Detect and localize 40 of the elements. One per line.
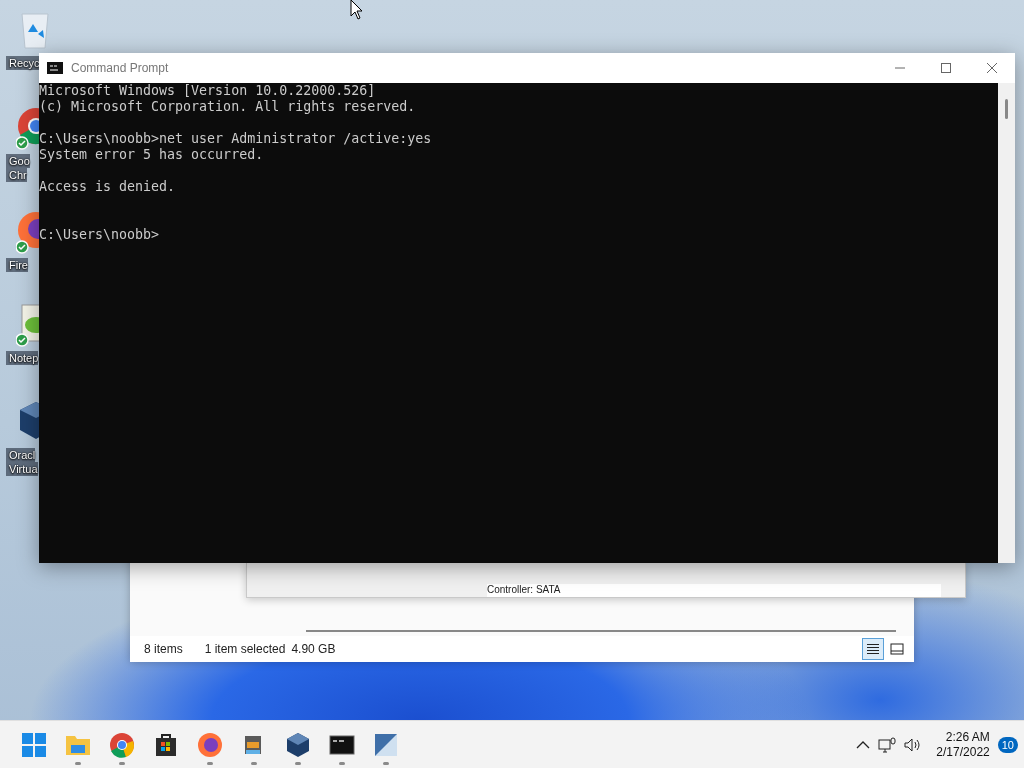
vertical-scrollbar[interactable] bbox=[998, 83, 1015, 563]
window-icon bbox=[890, 643, 904, 655]
list-icon bbox=[866, 643, 880, 655]
console-line: C:\Users\noobb> bbox=[39, 227, 161, 243]
console-line: Access is denied. bbox=[39, 179, 177, 195]
maximize-icon bbox=[941, 63, 951, 73]
mouse-pointer-icon bbox=[350, 0, 364, 20]
item-count: 8 items bbox=[144, 642, 183, 656]
speaker-icon[interactable] bbox=[904, 736, 923, 753]
desktop-icon-label: Fire bbox=[6, 258, 28, 272]
shopping-bag-icon bbox=[153, 731, 179, 758]
app-icon bbox=[373, 731, 399, 758]
desktop-icon-label: Notep bbox=[6, 351, 39, 365]
desktop-icon-label: Chr bbox=[6, 168, 27, 182]
console-line: System error 5 has occurred. bbox=[39, 147, 265, 163]
desktop-icon-label: Recyc bbox=[6, 56, 40, 70]
time-text: 2:26 AM bbox=[945, 729, 990, 745]
window-title: Command Prompt bbox=[71, 61, 170, 75]
notification-count[interactable]: 10 bbox=[997, 736, 1018, 753]
selection-status: 1 item selected bbox=[204, 642, 286, 656]
date-text: 2/17/2022 bbox=[936, 744, 990, 760]
chrome-icon bbox=[109, 731, 135, 758]
console-line: (c) Microsoft Corporation. All rights reserved. bbox=[39, 99, 417, 115]
windows-logo-icon bbox=[21, 731, 47, 758]
desktop-icon-label: Goo bbox=[6, 154, 30, 168]
details-view-button[interactable] bbox=[862, 638, 884, 660]
selection-size: 4.90 GB bbox=[291, 642, 336, 656]
desktop-icon-label: Oracl bbox=[6, 448, 36, 462]
details-text: Controller: SATA bbox=[487, 584, 941, 597]
cube-icon bbox=[285, 731, 311, 758]
network-icon[interactable] bbox=[878, 736, 897, 753]
desktop-icon-label: Virtua bbox=[6, 462, 38, 476]
firefox-icon bbox=[197, 731, 223, 758]
console-line: Microsoft Windows [Version 10.0.22000.526] bbox=[39, 83, 377, 99]
console-icon bbox=[47, 62, 63, 74]
chevron-up-icon[interactable] bbox=[856, 739, 871, 750]
close-icon bbox=[987, 63, 997, 73]
console-line: C:\Users\noobb>net user Administrator /active:yes bbox=[39, 131, 433, 147]
horizontal-scrollbar[interactable] bbox=[306, 630, 896, 632]
clock[interactable]: 2:26 AM 2/17/2022 bbox=[936, 729, 990, 760]
